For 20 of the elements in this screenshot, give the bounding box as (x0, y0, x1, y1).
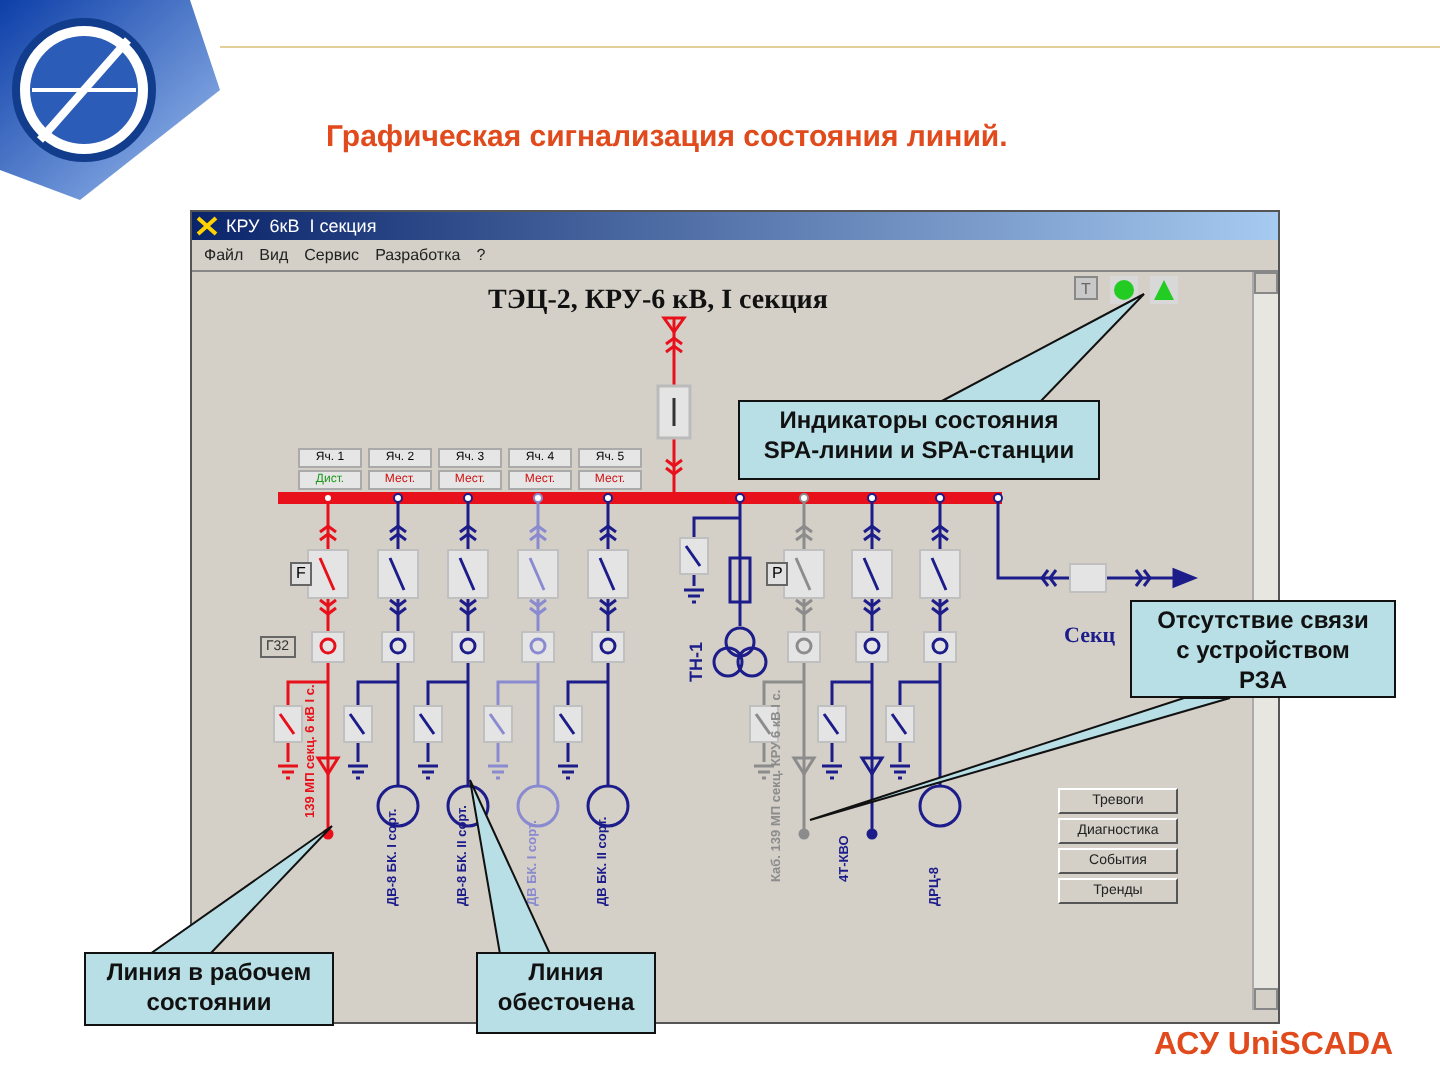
callout-text: Линия обесточена (476, 952, 656, 1034)
window-title: КРУ 6кВ I секция (226, 215, 377, 236)
feeder-tag-button[interactable]: P (766, 562, 789, 587)
feeder-label: ТН-1 (686, 642, 706, 683)
menu-item[interactable]: Вид (259, 245, 289, 264)
menu-item[interactable]: Файл (204, 245, 244, 264)
app-icon (196, 215, 218, 236)
callout-text: Отсутствие связи с устройством РЗА (1130, 600, 1396, 698)
feeder-tag-button[interactable]: F (290, 562, 312, 587)
diagram-title: ТЭЦ-2, КРУ-6 кВ, I секция (488, 286, 828, 319)
menu-item[interactable]: Сервис (304, 245, 360, 264)
callout-text: Линия в рабочем состоянии (84, 952, 334, 1026)
section-label: Секц (1064, 624, 1116, 649)
logo-icon (0, 0, 220, 200)
menu-item[interactable]: Разработка (375, 245, 461, 264)
menu-item[interactable]: ? (476, 245, 486, 264)
slide-title: Графическая сигнализация состояния линий. (326, 120, 1008, 154)
brand-label: АСУ UniSCADA (1154, 1028, 1394, 1064)
t-button[interactable]: T (1074, 276, 1098, 301)
callout-text: Индикаторы состояния SPA-линии и SPA-станции (738, 400, 1100, 480)
